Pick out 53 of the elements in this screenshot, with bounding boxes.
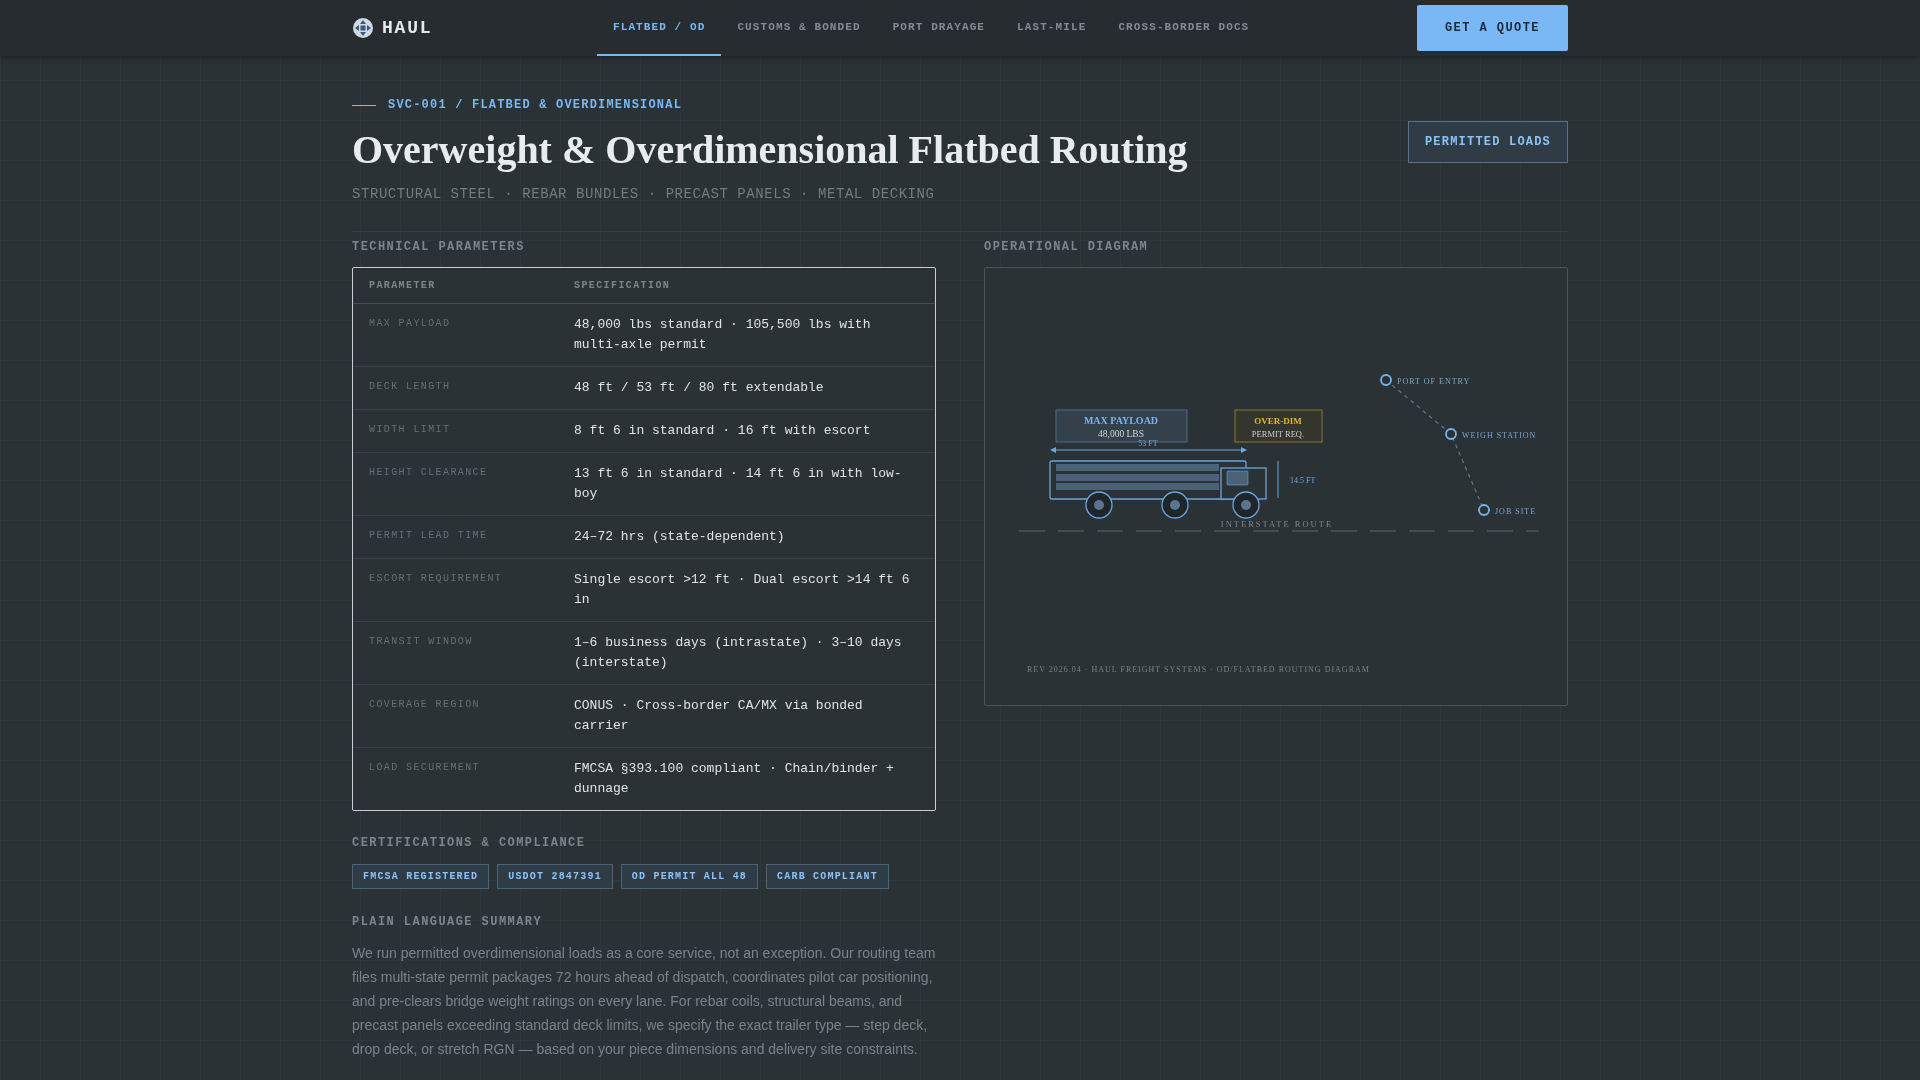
height-label: 14.5 FT xyxy=(1290,476,1316,485)
parameter-name: WIDTH LIMIT xyxy=(368,423,452,437)
parameter-name: TRANSIT WINDOW xyxy=(368,635,474,649)
parameter-value: 48 ft / 53 ft / 80 ft extendable xyxy=(574,379,825,397)
certification-tag: FMCSA REGISTERED xyxy=(352,864,490,889)
overdim-label: OVER-DIM PERMIT REQ. xyxy=(1234,409,1323,443)
parameter-value: 8 ft 6 in standard · 16 ft with escort xyxy=(574,422,872,440)
stop-label: WEIGH STATION xyxy=(1462,431,1537,440)
logo-icon xyxy=(352,17,374,39)
parameter-value: Single escort >12 ft · Dual escort >14 ft 6 in xyxy=(574,571,911,609)
parameter-value: FMCSA §393.100 compliant · Chain/binder + dunnage xyxy=(574,760,895,798)
section-heading: OPERATIONAL DIAGRAM xyxy=(984,239,1150,256)
stop-marker xyxy=(1380,374,1392,386)
diagram-footer: REV 2026.04 · HAUL FREIGHT SYSTEMS · OD/FLATBED ROUTING DIAGRAM xyxy=(1027,665,1370,674)
parameter-value: 24–72 hrs (state-dependent) xyxy=(574,528,786,546)
nav-tab[interactable]: LAST-MILE xyxy=(1001,0,1103,56)
parameter-name: PERMIT LEAD TIME xyxy=(368,529,489,543)
certification-tag: OD PERMIT ALL 48 xyxy=(620,864,759,889)
parameter-name: COVERAGE REGION xyxy=(368,698,481,712)
nav-tab[interactable]: CUSTOMS & BONDED xyxy=(721,0,877,56)
certification-tag: USDOT 2847391 xyxy=(497,864,613,889)
stop-label: PORT OF ENTRY xyxy=(1397,377,1471,386)
certification-tag: CARB COMPLIANT xyxy=(766,864,889,889)
road-label: INTERSTATE ROUTE xyxy=(1220,519,1334,529)
stop-label: JOB SITE xyxy=(1495,507,1537,516)
nav-tab[interactable]: FLATBED / OD xyxy=(597,0,722,56)
height-marker xyxy=(1277,460,1279,499)
parameter-value: 48,000 lbs standard · 105,500 lbs with multi-axle permit xyxy=(574,316,872,354)
parameter-name: LOAD SECUREMENT xyxy=(368,761,481,775)
nav-tab[interactable]: PORT DRAYAGE xyxy=(876,0,1002,56)
column-header: PARAMETER xyxy=(368,279,437,293)
column-header: SPECIFICATION xyxy=(574,279,671,293)
section-heading: CERTIFICATIONS & COMPLIANCE xyxy=(352,835,587,852)
breadcrumb: SVC-001 / FLATBED & OVERDIMENSIONAL xyxy=(388,97,683,114)
permitted-loads-badge: PERMITTED LOADS xyxy=(1407,121,1568,163)
subtitle: STRUCTURAL STEEL · REBAR BUNDLES · PRECAST PANELS · METAL DECKING xyxy=(352,185,936,204)
section-heading: PLAIN LANGUAGE SUMMARY xyxy=(352,914,544,931)
page-title: Overweight & Overdimensional Flatbed Routing xyxy=(352,126,1188,174)
summary-paragraph: We run permitted overdimensional loads as a core service, not an exception. Our routing team files multi-state permit packages 72 hours ahead of dispatch, coordinates pilot car positioning, and pre-clears bridge weight ratings on every lane. For rebar coils, structural beams, and precast panels exceeding standard deck limits, we specify the exact trailer type — step deck, drop deck, or stretch RGN — based on your piece dimensions and delivery site constraints. xyxy=(352,944,937,1059)
stop-marker xyxy=(1445,428,1457,440)
parameter-name: DECK LENGTH xyxy=(368,380,452,394)
parameter-value: 1–6 business days (intrastate) · 3–10 days (interstate) xyxy=(574,634,903,672)
parameter-value: 13 ft 6 in standard · 14 ft 6 in with low-boy xyxy=(574,465,903,503)
quote-button[interactable]: GET A QUOTE xyxy=(1416,5,1568,51)
parameter-name: ESCORT REQUIREMENT xyxy=(368,572,504,586)
parameter-name: HEIGHT CLEARANCE xyxy=(368,466,489,480)
parameter-name: MAX PAYLOAD xyxy=(368,317,452,331)
parameter-value: CONUS · Cross-border CA/MX via bonded carrier xyxy=(574,697,864,735)
nav-tab[interactable]: CROSS-BORDER DOCS xyxy=(1102,0,1266,56)
length-label: 53 FT xyxy=(1138,439,1158,448)
brand-name[interactable]: HAUL xyxy=(382,14,433,42)
stop-marker xyxy=(1478,504,1490,516)
section-heading: TECHNICAL PARAMETERS xyxy=(352,239,526,256)
